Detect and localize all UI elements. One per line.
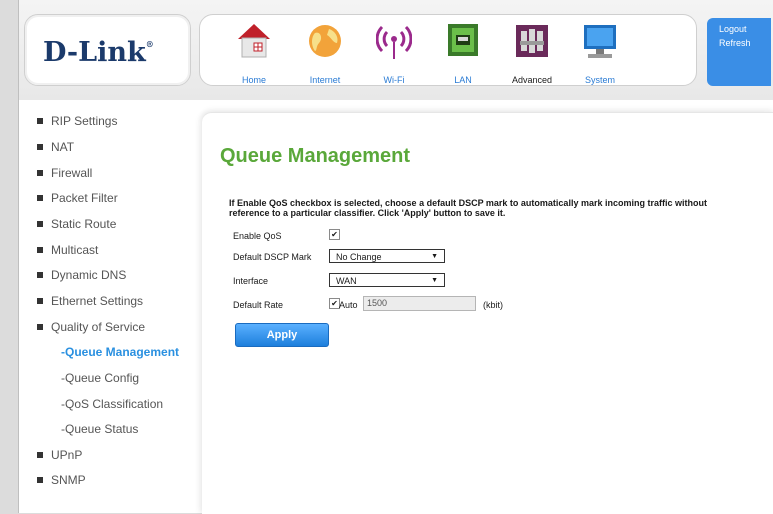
sidebar-item-label: Static Route bbox=[51, 217, 117, 231]
sidebar-item-static-route[interactable]: Static Route bbox=[37, 217, 116, 231]
rate-unit: (kbit) bbox=[483, 300, 503, 310]
sidebar-item-label: Dynamic DNS bbox=[51, 268, 127, 282]
bullet-icon bbox=[37, 118, 43, 124]
router-admin-frame: D-Link® Home Internet Wi-Fi LAN Advanced… bbox=[18, 0, 773, 514]
bullet-icon bbox=[37, 247, 43, 253]
monitor-icon bbox=[584, 25, 616, 58]
chevron-down-icon: ▼ bbox=[431, 253, 438, 260]
sidebar-item-snmp[interactable]: SNMP bbox=[37, 473, 86, 487]
nav-internet[interactable]: Internet bbox=[293, 21, 357, 85]
wifi-icon bbox=[376, 25, 412, 59]
bullet-icon bbox=[37, 221, 43, 227]
sidebar-item-label: -QoS Classification bbox=[61, 397, 164, 411]
bullet-icon bbox=[37, 452, 43, 458]
sidebar-item-packet-filter[interactable]: Packet Filter bbox=[37, 191, 118, 205]
sidebar-item-queue-config[interactable]: -Queue Config bbox=[61, 371, 139, 385]
bullet-icon bbox=[37, 272, 43, 278]
apply-button[interactable]: Apply bbox=[235, 323, 329, 347]
sidebar-item-label: Quality of Service bbox=[51, 320, 146, 334]
nav-lan[interactable]: LAN bbox=[431, 21, 495, 85]
logout-link[interactable]: Logout bbox=[719, 24, 771, 34]
nav-home[interactable]: Home bbox=[222, 21, 286, 85]
bullet-icon bbox=[37, 298, 43, 304]
sidebar-item-label: -Queue Config bbox=[61, 371, 140, 385]
nav-internet-label: Internet bbox=[309, 75, 341, 85]
nav-home-label: Home bbox=[241, 75, 266, 85]
nav-advanced[interactable]: Advanced bbox=[500, 21, 564, 85]
sidebar-item-qos-classification[interactable]: -QoS Classification bbox=[61, 397, 163, 411]
sidebar-item-nat[interactable]: NAT bbox=[37, 140, 74, 154]
sidebar: RIP Settings NAT Firewall Packet Filter … bbox=[19, 106, 204, 513]
enable-qos-checkbox[interactable]: ✔ bbox=[329, 229, 340, 240]
sidebar-item-label: Ethernet Settings bbox=[51, 294, 144, 308]
nav-wifi[interactable]: Wi-Fi bbox=[362, 21, 426, 85]
logo-text: D-Link bbox=[43, 37, 146, 68]
auto-label: Auto bbox=[339, 300, 358, 310]
sidebar-item-upnp[interactable]: UPnP bbox=[37, 448, 82, 462]
logo-reg-mark: ® bbox=[145, 39, 154, 49]
sidebar-item-queue-management[interactable]: -Queue Management bbox=[61, 345, 179, 359]
logo-box: D-Link® bbox=[24, 14, 191, 86]
nav-advanced-label: Advanced bbox=[511, 75, 553, 85]
sidebar-item-multicast[interactable]: Multicast bbox=[37, 243, 98, 257]
main-content: Queue Management If Enable QoS checkbox … bbox=[202, 112, 773, 514]
dscp-mark-select[interactable]: No Change ▼ bbox=[329, 249, 445, 263]
sidebar-item-quality-of-service[interactable]: Quality of Service bbox=[37, 320, 145, 334]
page-description: If Enable QoS checkbox is selected, choo… bbox=[229, 198, 707, 218]
session-box: Logout Refresh bbox=[707, 18, 771, 86]
sidebar-item-label: Firewall bbox=[51, 166, 93, 180]
default-rate-label: Default Rate bbox=[233, 300, 284, 310]
nav-lan-label: LAN bbox=[454, 75, 472, 85]
bullet-icon bbox=[37, 195, 43, 201]
home-icon bbox=[238, 24, 270, 58]
header: D-Link® Home Internet Wi-Fi LAN Advanced… bbox=[19, 0, 773, 100]
nav-wifi-label: Wi-Fi bbox=[383, 75, 405, 85]
chevron-down-icon: ▼ bbox=[431, 277, 438, 284]
sidebar-item-rip-settings[interactable]: RIP Settings bbox=[37, 114, 117, 128]
bullet-icon bbox=[37, 144, 43, 150]
bullet-icon bbox=[37, 324, 43, 330]
sidebar-item-label: Packet Filter bbox=[51, 191, 118, 205]
dscp-mark-value: No Change bbox=[336, 252, 382, 262]
sidebar-item-queue-status[interactable]: -Queue Status bbox=[61, 422, 138, 436]
lan-icon bbox=[448, 24, 478, 56]
interface-select[interactable]: WAN ▼ bbox=[329, 273, 445, 287]
tools-icon bbox=[516, 25, 548, 57]
enable-qos-label: Enable QoS bbox=[233, 231, 282, 241]
dlink-logo: D-Link® bbox=[43, 37, 154, 68]
sidebar-item-ethernet-settings[interactable]: Ethernet Settings bbox=[37, 294, 143, 308]
globe-icon bbox=[309, 25, 341, 57]
bullet-icon bbox=[37, 477, 43, 483]
top-nav: Home Internet Wi-Fi LAN Advanced System bbox=[199, 14, 697, 86]
sidebar-item-label: -Queue Management bbox=[61, 345, 180, 359]
sidebar-item-label: -Queue Status bbox=[61, 422, 139, 436]
sidebar-item-firewall[interactable]: Firewall bbox=[37, 166, 92, 180]
interface-label: Interface bbox=[233, 276, 269, 286]
bullet-icon bbox=[37, 170, 43, 176]
default-rate-input[interactable]: 1500 bbox=[363, 296, 476, 311]
dscp-mark-label: Default DSCP Mark bbox=[233, 252, 312, 262]
sidebar-item-label: Multicast bbox=[51, 243, 99, 257]
nav-system-label: System bbox=[584, 75, 615, 85]
sidebar-item-label: SNMP bbox=[51, 473, 86, 487]
nav-system[interactable]: System bbox=[568, 21, 632, 85]
page-title: Queue Management bbox=[220, 145, 411, 167]
sidebar-item-dynamic-dns[interactable]: Dynamic DNS bbox=[37, 268, 126, 282]
sidebar-item-label: NAT bbox=[51, 140, 75, 154]
refresh-link[interactable]: Refresh bbox=[719, 38, 771, 48]
interface-value: WAN bbox=[336, 276, 357, 286]
sidebar-item-label: UPnP bbox=[51, 448, 83, 462]
sidebar-item-label: RIP Settings bbox=[51, 114, 118, 128]
